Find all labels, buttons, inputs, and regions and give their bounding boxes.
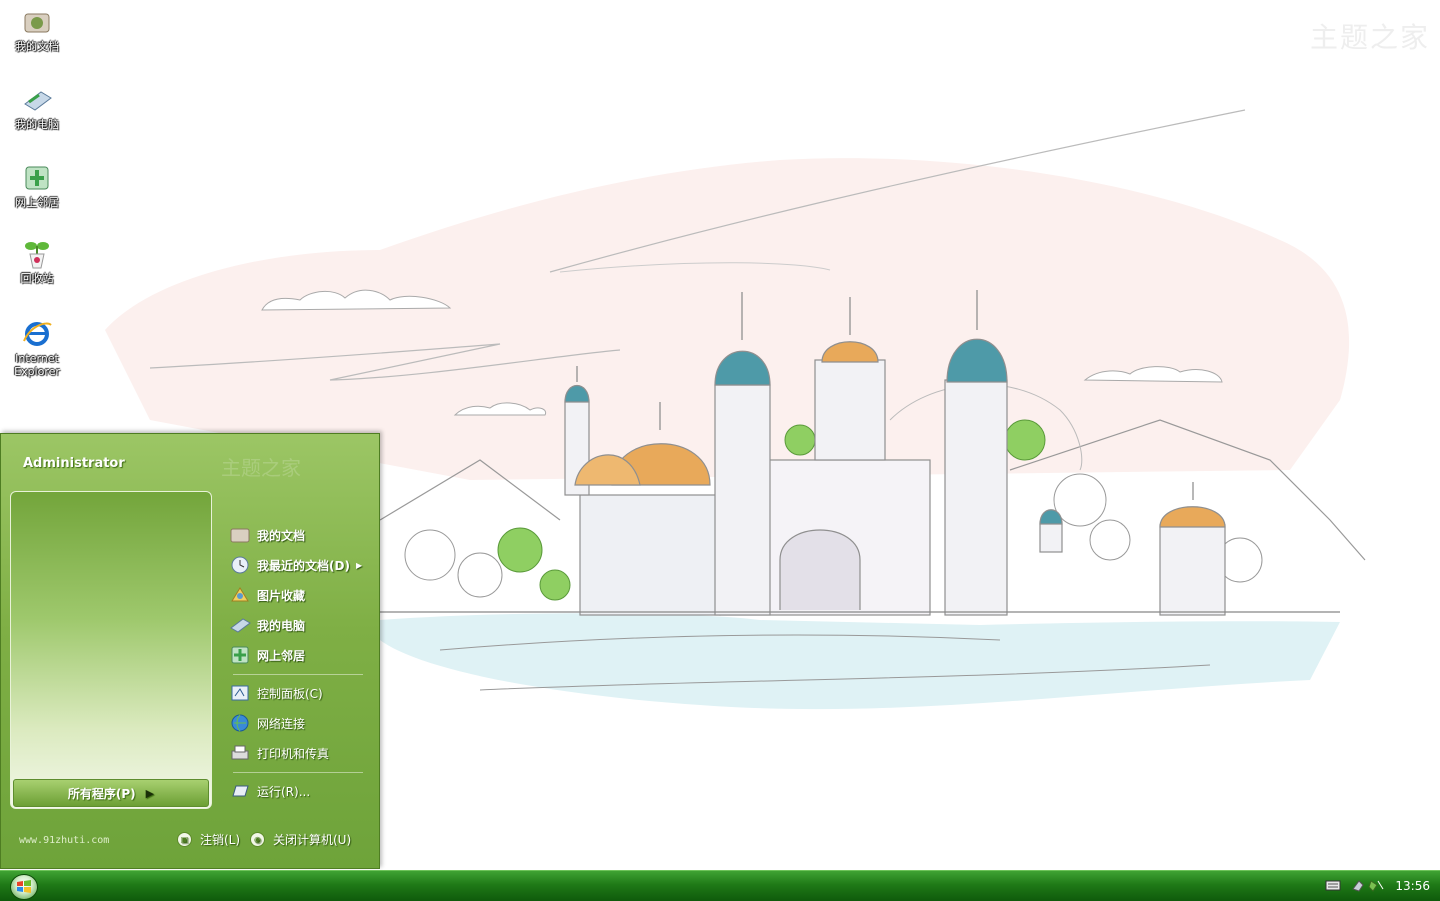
start-item-pictures[interactable]: 图片收藏 <box>229 583 371 607</box>
start-item-label: 我最近的文档(D) <box>257 558 350 573</box>
start-item-recent-documents[interactable]: 我最近的文档(D) ▶ <box>229 553 371 577</box>
logoff-button[interactable]: ▣ 注销(L) <box>177 831 240 848</box>
start-item-network-connections[interactable]: 网络连接 <box>229 711 371 735</box>
desktop-icon-label: 回收站 <box>20 272 54 285</box>
network-icon <box>20 162 54 194</box>
start-item-run[interactable]: 运行(R)... <box>229 779 371 803</box>
start-item-label: 我的文档 <box>257 528 306 543</box>
separator <box>233 674 363 675</box>
pinned-programs-panel <box>10 491 212 809</box>
all-programs-label: 所有程序(P) <box>67 786 136 801</box>
network-icon <box>229 644 251 666</box>
start-item-label: 打印机和传真 <box>257 746 330 761</box>
pictures-icon <box>229 584 251 606</box>
start-item-printers[interactable]: 打印机和传真 <box>229 741 371 765</box>
start-item-label: 我的电脑 <box>257 618 306 633</box>
desktop-icon-label: 网上邻居 <box>15 196 59 209</box>
desktop-icon-my-documents[interactable]: 我的文档 <box>4 6 70 53</box>
recent-documents-icon <box>229 554 251 576</box>
windows-logo-icon <box>17 880 31 893</box>
desktop-icon-label: 我的文档 <box>15 40 59 53</box>
desktop-icon-my-computer[interactable]: 我的电脑 <box>4 84 70 131</box>
computer-icon <box>229 614 251 636</box>
user-name: Administrator <box>23 456 125 471</box>
start-item-network[interactable]: 网上邻居 <box>229 643 371 667</box>
desktop-icon-label: 我的电脑 <box>15 118 59 131</box>
printer-icon <box>229 742 251 764</box>
start-item-label: 图片收藏 <box>257 588 306 603</box>
submenu-arrow-icon: ▶ <box>355 560 363 570</box>
desktop-icon-internet-explorer[interactable]: Internet Explorer <box>4 318 70 378</box>
network-connections-icon <box>229 712 251 734</box>
computer-icon <box>20 84 54 116</box>
start-item-label: 网上邻居 <box>257 648 306 663</box>
start-menu-watermark: 主题之家 <box>221 456 301 480</box>
desktop-icon-recycle-bin[interactable]: 回收站 <box>4 238 70 285</box>
recycle-bin-icon <box>20 238 54 270</box>
start-item-label: 运行(R)... <box>257 784 311 799</box>
lock-icon: ▣ <box>177 832 192 847</box>
shutdown-button[interactable]: ◉ 关闭计算机(U) <box>250 831 351 848</box>
clock[interactable]: 13:56 <box>1395 879 1430 893</box>
start-item-my-documents[interactable]: 我的文档 <box>229 523 371 547</box>
start-item-label: 控制面板(C) <box>257 686 323 701</box>
start-item-control-panel[interactable]: 控制面板(C) <box>229 681 371 705</box>
keyboard-icon[interactable] <box>1325 879 1341 894</box>
wallpaper-watermark: 主题之家 <box>1309 21 1430 54</box>
start-button[interactable] <box>10 874 38 900</box>
start-item-my-computer[interactable]: 我的电脑 <box>229 613 371 637</box>
run-icon <box>229 780 251 802</box>
start-item-label: 网络连接 <box>257 716 306 731</box>
internet-explorer-icon <box>20 318 54 350</box>
documents-icon <box>20 6 54 38</box>
desktop-icon-label: Internet Explorer <box>14 352 60 378</box>
control-panel-icon <box>229 682 251 704</box>
documents-icon <box>229 524 251 546</box>
arrow-right-icon: ▶ <box>145 786 155 800</box>
taskbar: 13:56 <box>0 870 1440 901</box>
tray-apps-icon[interactable] <box>1351 877 1385 896</box>
separator <box>233 772 363 773</box>
power-icon: ◉ <box>250 832 265 847</box>
desktop-icon-network[interactable]: 网上邻居 <box>4 162 70 209</box>
shutdown-label: 关闭计算机(U) <box>273 833 352 847</box>
site-url: www.91zhuti.com <box>19 835 110 846</box>
logoff-label: 注销(L) <box>200 833 241 847</box>
all-programs-button[interactable]: 所有程序(P) ▶ <box>13 779 209 807</box>
start-menu: Administrator 主题之家 所有程序(P) ▶ 我的文档 我最近的文档… <box>0 433 380 869</box>
system-tray: 13:56 <box>1325 871 1440 901</box>
